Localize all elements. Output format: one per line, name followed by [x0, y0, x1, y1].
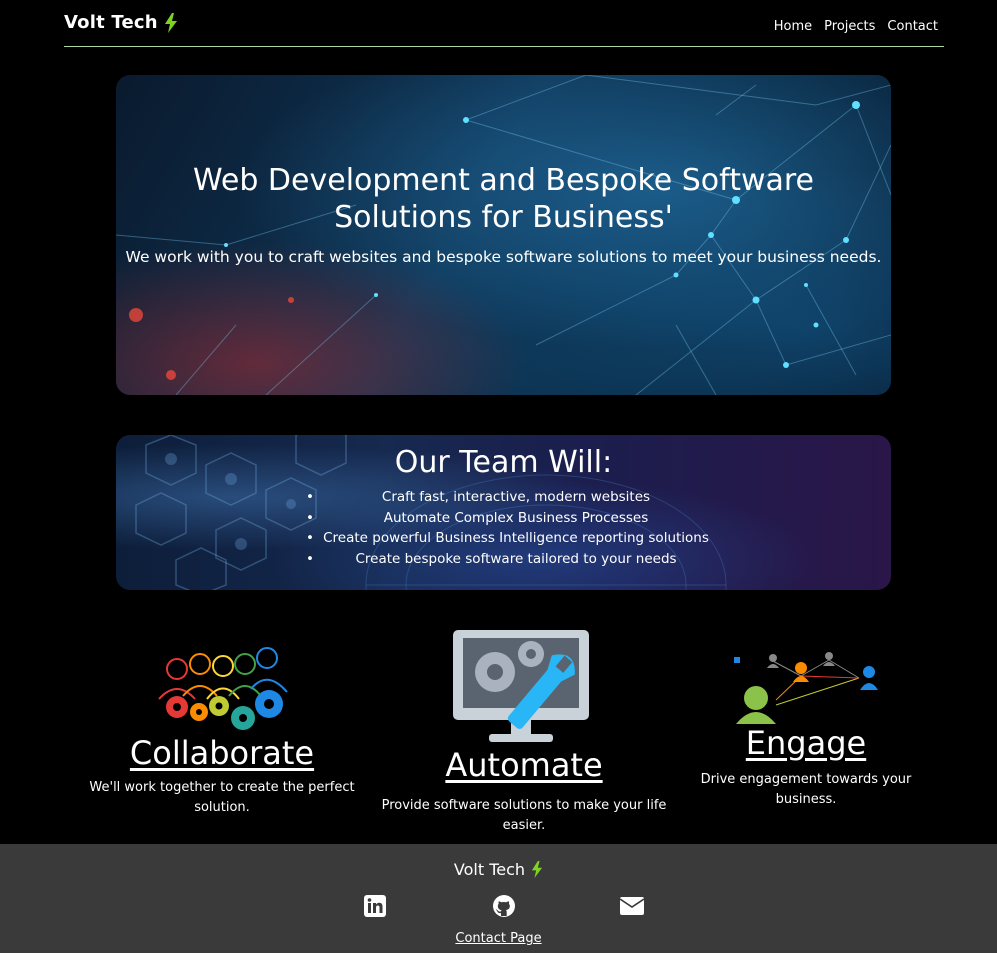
collaborate-gears-icon	[158, 647, 288, 730]
nav-contact[interactable]: Contact	[887, 19, 938, 34]
team-list: Craft fast, interactive, modern websites…	[306, 487, 726, 569]
team-section: Our Team Will: Craft fast, interactive, …	[116, 435, 891, 590]
feature-collaborate: Collaborate We'll work together to creat…	[86, 644, 358, 818]
feature-text-engage: Drive engagement towards your business.	[700, 772, 912, 807]
feature-title-engage: Engage	[745, 724, 867, 762]
footer-brand: Volt Tech	[0, 860, 997, 879]
contact-page-link[interactable]: Contact Page	[0, 931, 997, 946]
lightning-bolt-icon	[531, 861, 543, 878]
hero-subtitle: We work with you to craft websites and b…	[125, 248, 882, 266]
list-item: Craft fast, interactive, modern websites	[306, 487, 726, 508]
engage-network-icon	[734, 652, 878, 724]
site-footer: Volt Tech Contact Page	[0, 844, 997, 953]
nav-home[interactable]: Home	[774, 19, 812, 34]
nav-projects[interactable]: Projects	[824, 19, 875, 34]
linkedin-icon[interactable]	[363, 894, 387, 918]
list-item: Create bespoke software tailored to your…	[306, 549, 726, 570]
feature-title-collaborate: Collaborate	[129, 734, 315, 772]
hero-title: Web Development and Bespoke Software Sol…	[192, 163, 815, 235]
main-nav: Home Projects Contact	[774, 19, 938, 34]
feature-automate: Automate Provide software solutions to m…	[374, 628, 674, 836]
feature-text-automate: Provide software solutions to make your …	[381, 798, 667, 833]
hero-banner: Web Development and Bespoke Software Sol…	[116, 75, 891, 395]
lightning-bolt-icon	[164, 12, 177, 33]
site-header: Volt Tech Home Projects Contact	[64, 0, 944, 47]
footer-brand-name: Volt Tech	[453, 860, 526, 879]
mail-icon[interactable]	[620, 894, 644, 918]
feature-title-automate: Automate	[445, 746, 603, 784]
brand-logo[interactable]: Volt Tech	[64, 12, 178, 33]
list-item: Automate Complex Business Processes	[306, 508, 726, 529]
brand-name: Volt Tech	[64, 12, 158, 33]
automate-monitor-icon	[453, 630, 589, 742]
feature-text-collaborate: We'll work together to create the perfec…	[89, 780, 355, 815]
feature-engage: Engage Drive engagement towards your bus…	[680, 650, 932, 810]
team-title: Our Team Will:	[394, 445, 613, 480]
github-icon[interactable]	[492, 894, 516, 918]
list-item: Create powerful Business Intelligence re…	[306, 528, 726, 549]
